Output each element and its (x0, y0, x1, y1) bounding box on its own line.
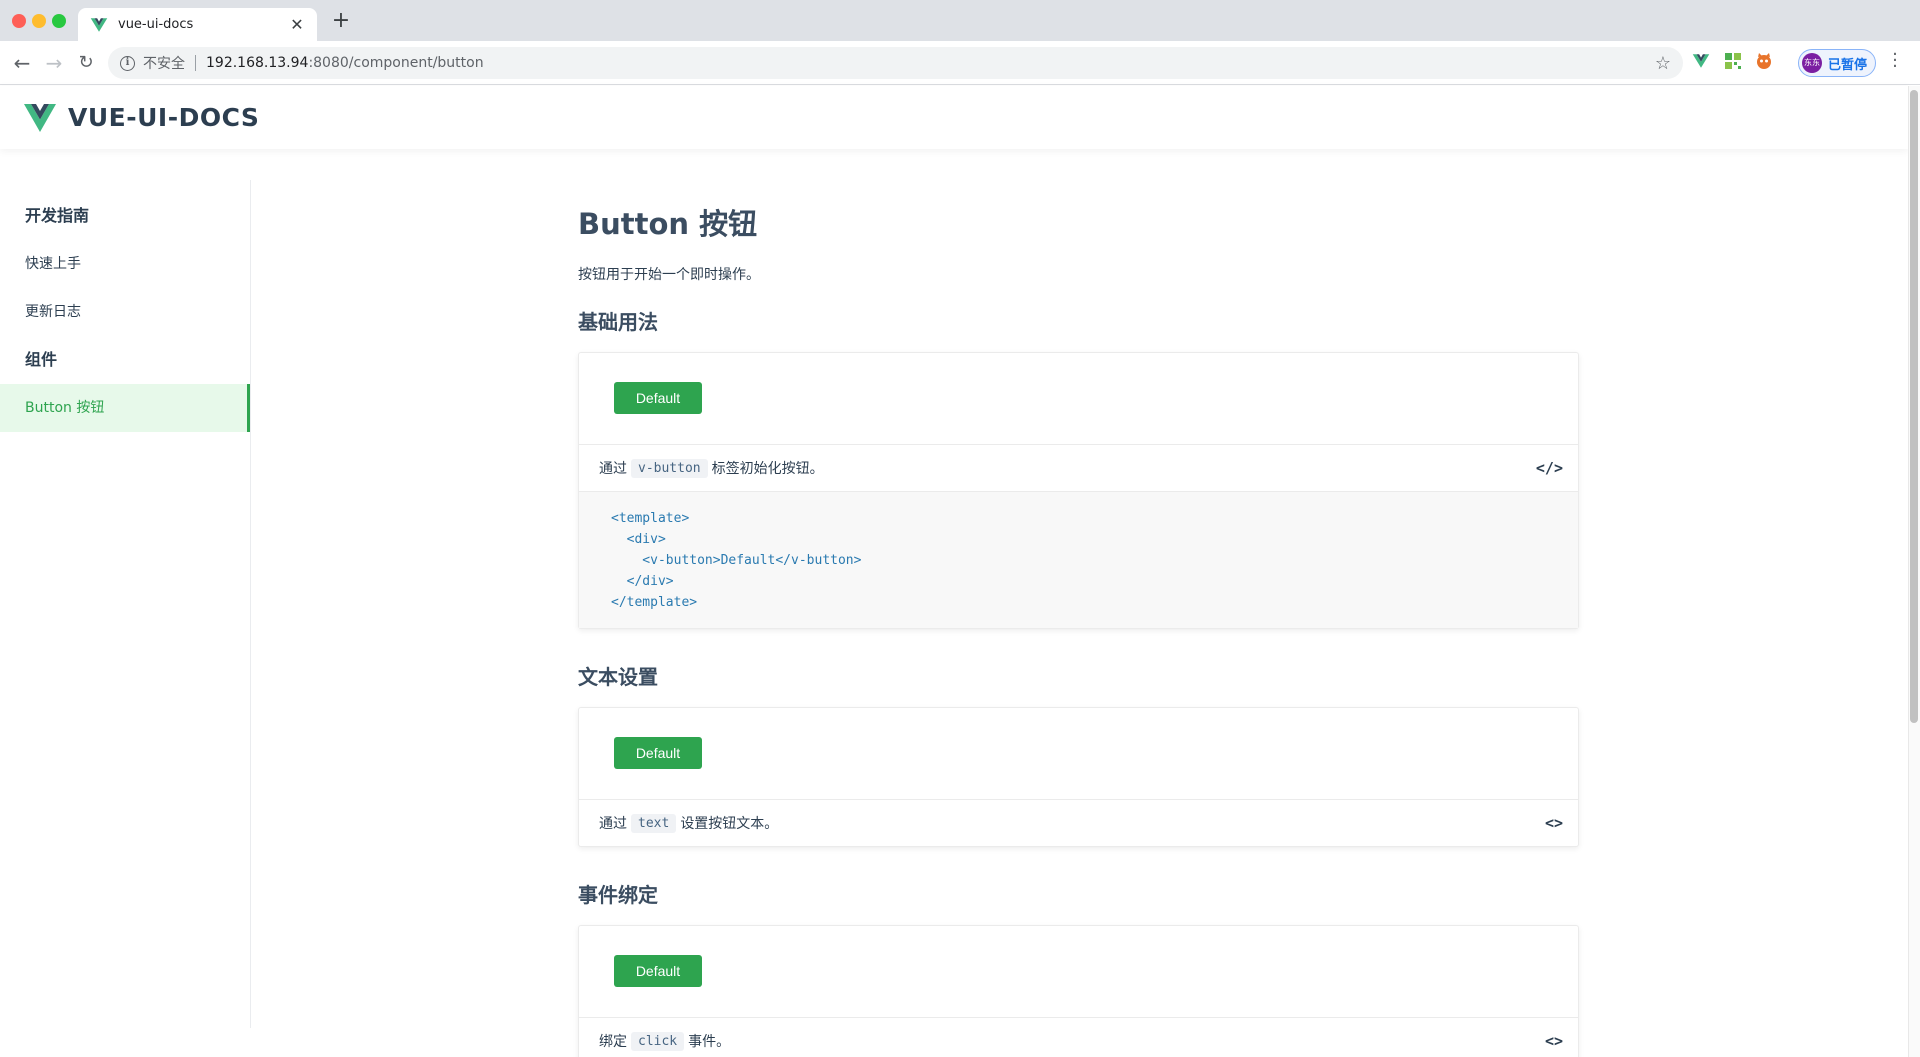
demo-stage: Default (579, 353, 1578, 445)
window-maximize-button[interactable] (52, 14, 66, 28)
browser-tab[interactable]: vue-ui-docs ✕ (78, 8, 317, 41)
default-button[interactable]: Default (614, 955, 702, 987)
vue-logo-icon[interactable] (24, 103, 56, 132)
qr-extension-icon[interactable] (1724, 52, 1742, 70)
inline-code: v-button (631, 458, 708, 478)
default-button[interactable]: Default (614, 737, 702, 769)
meta-suffix: 标签初始化按钮。 (711, 461, 824, 477)
meta-suffix: 事件。 (688, 1034, 731, 1050)
demo-block-events: Default 绑定 click 事件。 <> (578, 925, 1579, 1057)
browser-menu-icon[interactable]: · · · (1892, 46, 1898, 76)
demo-description: 通过 v-button 标签初始化按钮。 </> (579, 445, 1578, 491)
back-button[interactable]: ← (10, 51, 34, 75)
tab-title: vue-ui-docs (118, 17, 194, 32)
demo-block-basic: Default 通过 v-button 标签初始化按钮。 </> <templa… (578, 352, 1579, 629)
tampermonkey-extension-icon[interactable] (1755, 52, 1773, 70)
meta-prefix: 通过 (599, 461, 627, 477)
demo-stage: Default (579, 708, 1578, 800)
page-title: Button 按钮 (578, 207, 758, 241)
profile-status-label: 已暂停 (1828, 57, 1868, 73)
code-toggle-icon[interactable]: <> (1545, 814, 1563, 832)
vue-devtools-extension-icon[interactable] (1692, 52, 1710, 70)
sidebar-item-quickstart[interactable]: 快速上手 (0, 240, 250, 288)
address-bar[interactable]: i 不安全 192.168.13.94 :8080/component/butt… (108, 47, 1683, 79)
window-close-button[interactable] (12, 14, 26, 28)
browser-toolbar: ← → ↻ i 不安全 192.168.13.94 :8080/componen… (0, 41, 1920, 85)
page-scrollbar-thumb[interactable] (1910, 90, 1918, 723)
meta-prefix: 绑定 (599, 1034, 627, 1050)
code-block: <template> <div> <v-button>Default</v-bu… (579, 491, 1578, 628)
main-content: Button 按钮 按钮用于开始一个即时操作。 基础用法 Default 通过 … (578, 190, 1579, 1057)
browser-tab-bar: vue-ui-docs ✕ + (0, 0, 1920, 41)
code-line: <v-button>Default</v-button> (611, 553, 862, 568)
forward-button[interactable]: → (42, 51, 66, 75)
inline-code: click (631, 1031, 685, 1051)
meta-prefix: 通过 (599, 816, 627, 832)
profile-button[interactable]: 东东 已暂停 (1798, 49, 1876, 77)
demo-description: 绑定 click 事件。 <> (579, 1018, 1578, 1057)
sidebar-group-guide: 开发指南 (25, 206, 90, 225)
sidebar-item-button[interactable]: Button 按钮 (0, 384, 250, 432)
code-line: <template> (611, 511, 690, 526)
bookmark-star-icon[interactable]: ☆ (1655, 53, 1671, 74)
url-path: :8080/component/button (308, 55, 484, 71)
inline-code: text (631, 813, 677, 833)
demo-block-text: Default 通过 text 设置按钮文本。 <> (578, 707, 1579, 847)
sidebar: 开发指南 快速上手 更新日志 组件 Button 按钮 (0, 180, 251, 1028)
site-header: VUE-UI-DOCS (0, 86, 1908, 149)
section-title-basic: 基础用法 (578, 310, 658, 334)
reload-button[interactable]: ↻ (74, 51, 98, 75)
code-line: </div> (611, 574, 674, 589)
code-toggle-icon[interactable]: </> (1536, 459, 1563, 477)
code-line: <div> (611, 532, 666, 547)
insecure-label: 不安全 (143, 56, 185, 72)
sidebar-group-components: 组件 (25, 350, 58, 369)
code-toggle-icon[interactable]: <> (1545, 1032, 1563, 1050)
info-icon[interactable]: i (120, 55, 135, 71)
omnibox-separator (195, 55, 196, 71)
demo-description: 通过 text 设置按钮文本。 <> (579, 800, 1578, 846)
tab-close-icon[interactable]: ✕ (289, 16, 305, 33)
section-title-text: 文本设置 (578, 665, 658, 689)
vue-favicon-icon (90, 17, 108, 32)
default-button[interactable]: Default (614, 382, 702, 414)
profile-avatar: 东东 (1802, 53, 1822, 73)
section-title-events: 事件绑定 (578, 883, 658, 907)
sidebar-item-changelog[interactable]: 更新日志 (0, 288, 250, 336)
url-host: 192.168.13.94 (206, 55, 309, 71)
page-description: 按钮用于开始一个即时操作。 (578, 267, 760, 283)
code-line: </template> (611, 595, 698, 610)
demo-stage: Default (579, 926, 1578, 1018)
new-tab-button[interactable]: + (330, 10, 352, 33)
window-minimize-button[interactable] (32, 14, 46, 28)
meta-suffix: 设置按钮文本。 (680, 816, 779, 832)
site-title[interactable]: VUE-UI-DOCS (68, 103, 259, 132)
